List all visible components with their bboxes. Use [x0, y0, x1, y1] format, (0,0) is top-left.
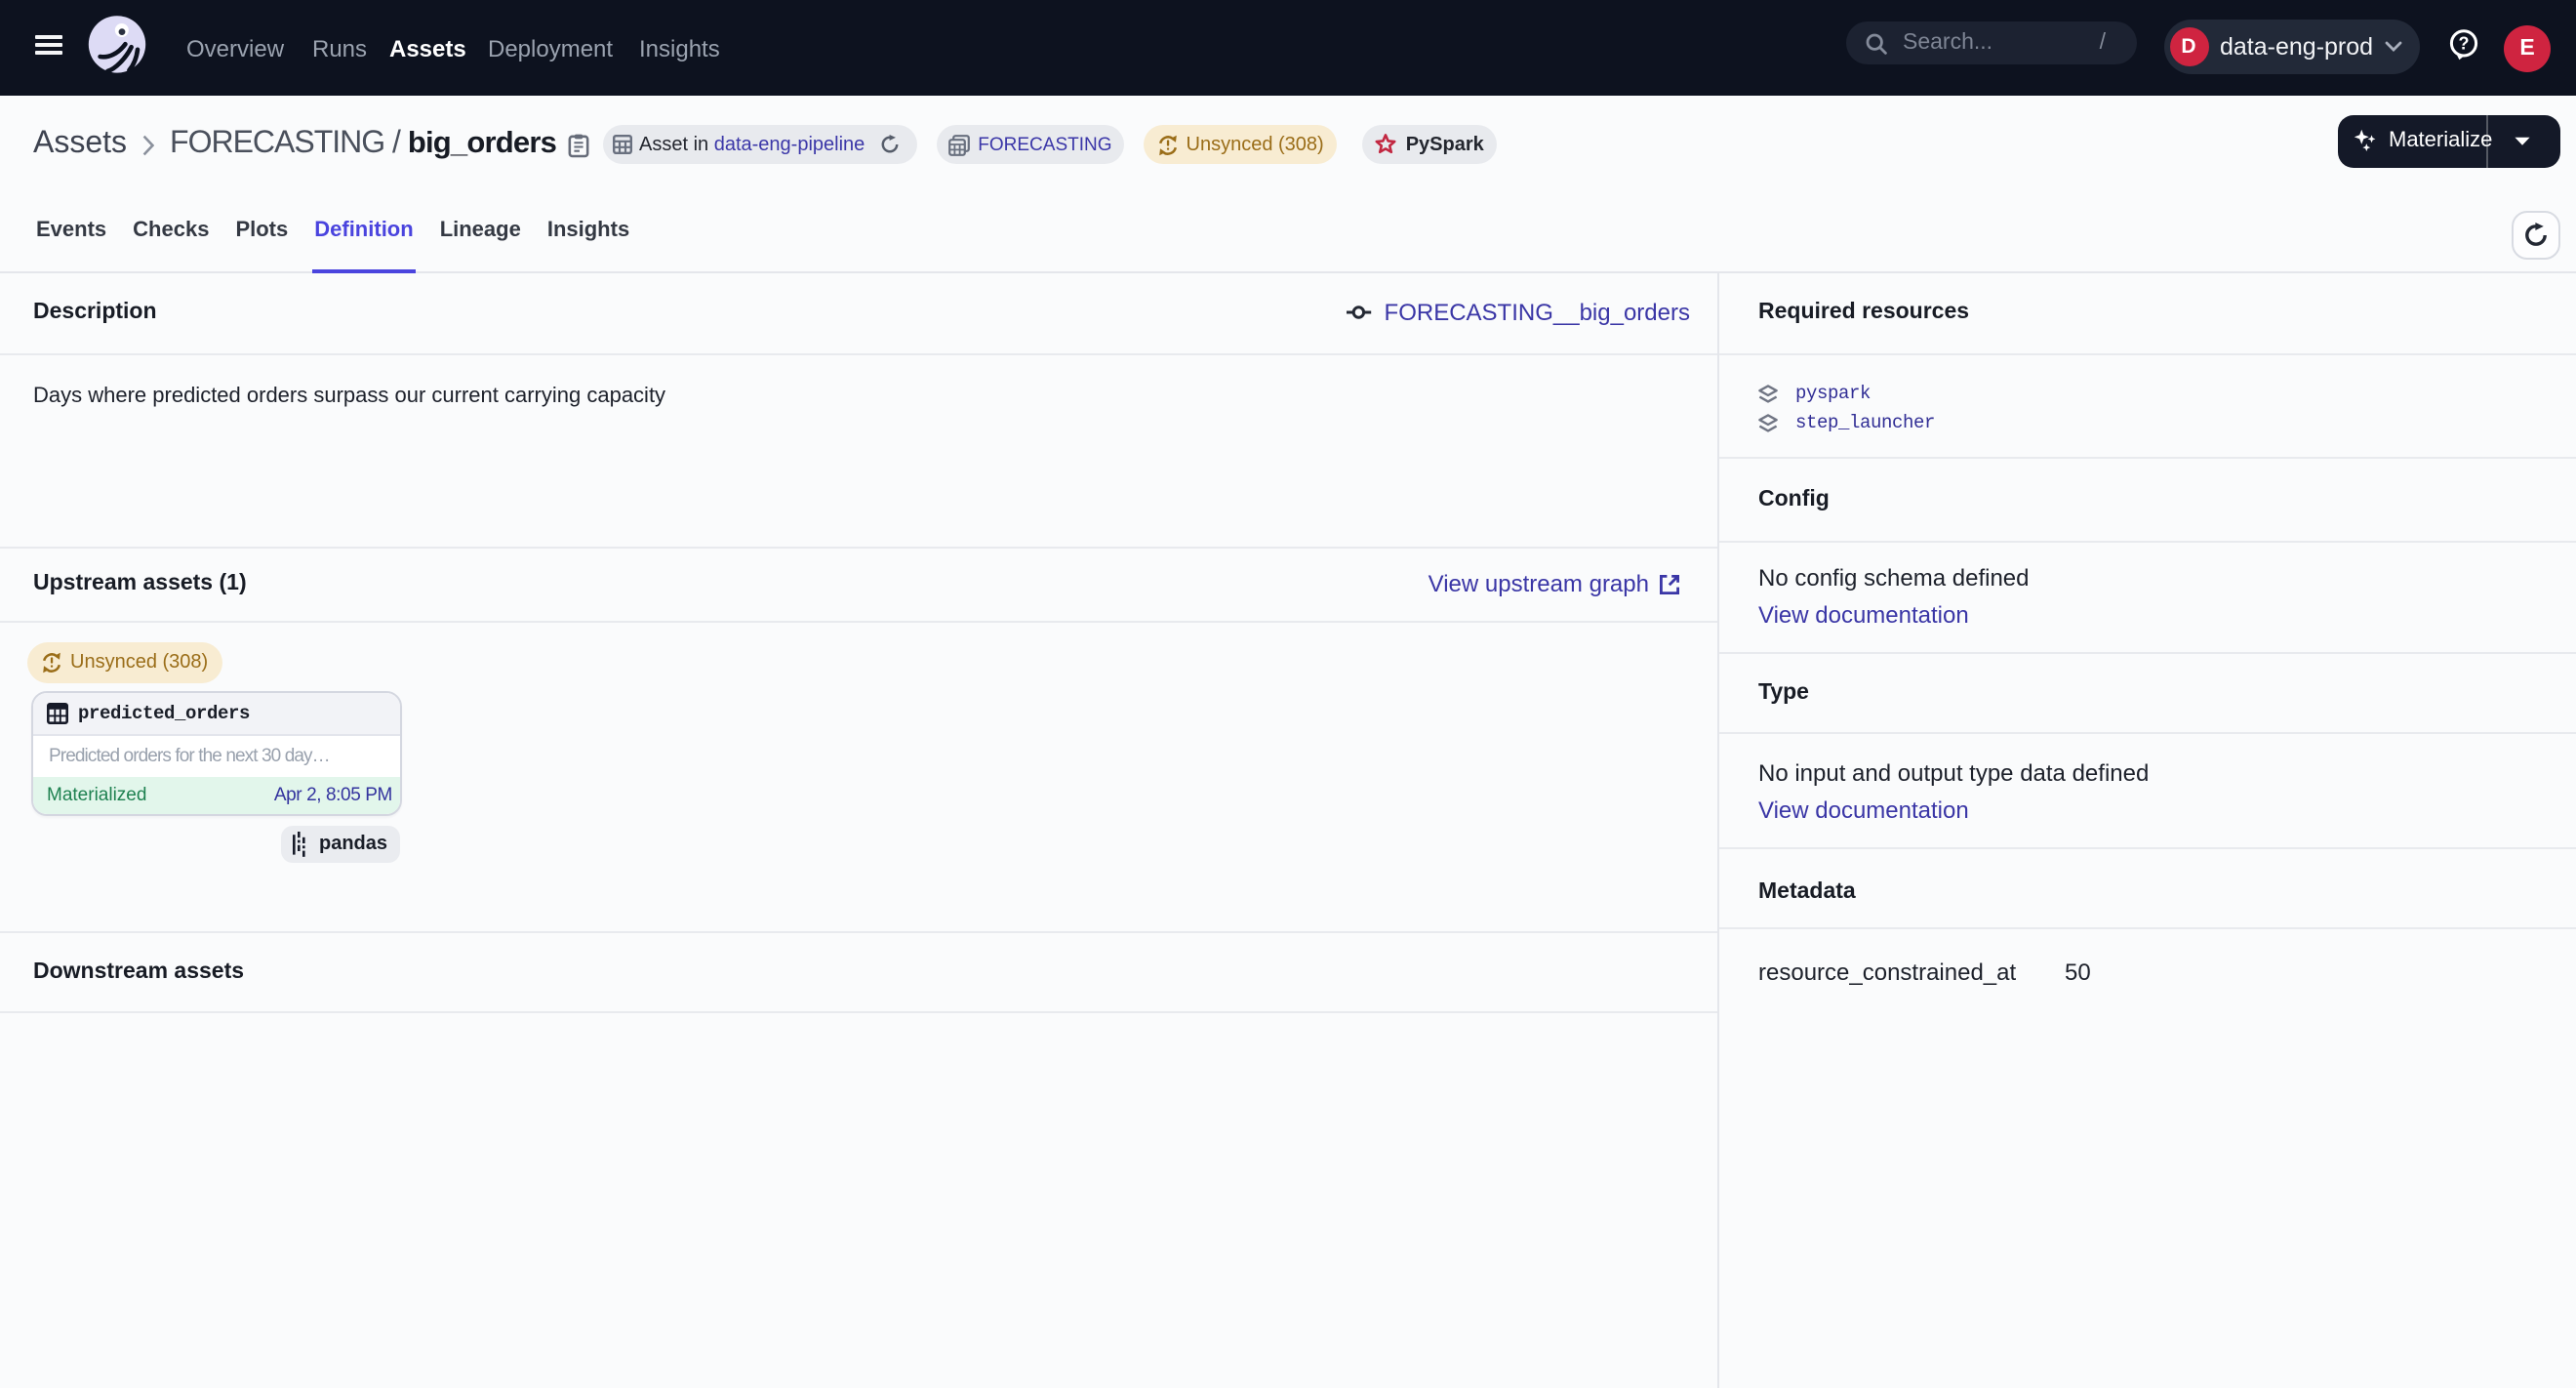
- svg-text:?: ?: [2458, 34, 2469, 54]
